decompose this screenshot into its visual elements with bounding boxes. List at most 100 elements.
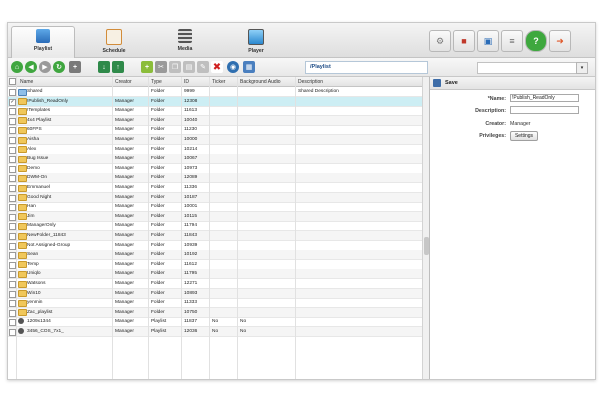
settings-icon[interactable]: ⚙: [429, 30, 451, 52]
table-row[interactable]: Han Manager Folder 10001: [8, 202, 422, 213]
row-checkbox[interactable]: [9, 127, 16, 135]
table-row[interactable]: 60FPS Manager Folder 11230: [8, 125, 422, 136]
column-description[interactable]: Description: [298, 79, 323, 85]
column-name[interactable]: Name: [20, 79, 33, 85]
row-checkbox[interactable]: [9, 117, 16, 125]
row-checkbox[interactable]: [9, 271, 16, 279]
row-checkbox[interactable]: [9, 309, 16, 317]
select-all-checkbox[interactable]: [9, 78, 16, 85]
save-button[interactable]: Save: [445, 80, 458, 86]
monitor-search-icon[interactable]: ▣: [477, 30, 499, 52]
back-icon[interactable]: ◀: [25, 61, 37, 73]
table-row[interactable]: 1209x1344 Manager Playlist 11837 No No: [8, 317, 422, 328]
table-row[interactable]: DWM-On Manager Folder 12089: [8, 173, 422, 184]
row-checkbox[interactable]: [9, 242, 16, 250]
table-row[interactable]: Shared Folder 9999 Shared Description: [8, 87, 422, 97]
column-background-audio[interactable]: Background Audio: [240, 79, 281, 85]
row-checkbox[interactable]: [9, 89, 16, 96]
row-checkbox[interactable]: [9, 290, 16, 298]
column-creator[interactable]: Creator: [115, 79, 132, 85]
table-row[interactable]: Not Assigned-Group Manager Folder 10939: [8, 241, 422, 251]
export-icon[interactable]: ↑: [112, 61, 124, 73]
table-row[interactable]: NewFolder_11843 Manager Folder 11843: [8, 231, 422, 241]
tab-media[interactable]: Media: [154, 27, 216, 57]
preview-icon[interactable]: ▦: [243, 61, 255, 73]
row-checkbox[interactable]: [9, 252, 16, 260]
row-checkbox[interactable]: [9, 165, 16, 173]
row-checkbox[interactable]: [9, 137, 16, 144]
row-checkbox[interactable]: [9, 204, 16, 212]
tab-schedule[interactable]: Schedule: [83, 27, 145, 57]
refresh-icon[interactable]: ↻: [53, 61, 65, 73]
row-type: Folder: [151, 175, 165, 181]
folder-icon: [18, 136, 27, 144]
row-checkbox[interactable]: ✓: [9, 98, 16, 106]
table-row[interactable]: 3456_COS_7x1_ Manager Playlist 12036 No No: [8, 327, 422, 337]
table-row[interactable]: ManagerOnly Manager Folder 11794: [8, 221, 422, 232]
table-row[interactable]: Sean Manager Folder 10192: [8, 250, 422, 261]
tab-playlist[interactable]: Playlist: [11, 26, 75, 58]
row-checkbox[interactable]: [9, 281, 16, 288]
name-field[interactable]: !Publish_ReadOnly: [510, 94, 579, 102]
copy-icon[interactable]: ❐: [169, 61, 181, 73]
table-row[interactable]: ✓ !Publish_ReadOnly Manager Folder 12308: [8, 96, 422, 107]
search-icon[interactable]: ▾: [576, 62, 588, 74]
table-row[interactable]: !Templates Manager Folder 11613: [8, 106, 422, 117]
paste-icon[interactable]: ▤: [183, 61, 195, 73]
row-checkbox[interactable]: [9, 261, 16, 269]
row-checkbox[interactable]: [9, 108, 16, 116]
delete-icon[interactable]: ✖: [211, 61, 223, 73]
forward-icon[interactable]: ▶: [39, 61, 51, 73]
help-icon[interactable]: ?: [525, 30, 547, 52]
row-type: Folder: [151, 204, 165, 210]
table-row[interactable]: Aisha Manager Folder 10000: [8, 135, 422, 145]
publish-icon[interactable]: ◉: [227, 61, 239, 73]
table-row[interactable]: Emmanuel Manager Folder 11336: [8, 183, 422, 193]
row-checkbox[interactable]: [9, 156, 16, 164]
row-checkbox[interactable]: [9, 185, 16, 192]
column-id[interactable]: ID: [184, 79, 189, 85]
row-checkbox[interactable]: [9, 223, 16, 231]
column-type[interactable]: Type: [151, 79, 162, 85]
row-checkbox[interactable]: [9, 213, 16, 221]
row-checkbox[interactable]: [9, 146, 16, 154]
row-checkbox[interactable]: [9, 233, 16, 240]
logout-icon[interactable]: ➜: [549, 30, 571, 52]
users-icon[interactable]: ■: [453, 30, 475, 52]
table-row[interactable]: Bug Issue Manager Folder 10067: [8, 154, 422, 165]
row-checkbox[interactable]: [9, 175, 16, 183]
table-row[interactable]: yenmin Manager Folder 11333: [8, 298, 422, 309]
table-row[interactable]: Alex Manager Folder 10214: [8, 145, 422, 155]
column-ticker[interactable]: Ticker: [212, 79, 225, 85]
settings-button[interactable]: Settings: [510, 131, 538, 141]
import-icon[interactable]: ↓: [98, 61, 110, 73]
rename-icon[interactable]: ✎: [197, 61, 209, 73]
row-checkbox[interactable]: [9, 329, 16, 336]
row-checkbox[interactable]: [9, 194, 16, 202]
table-row[interactable]: Good Night Manager Folder 10187: [8, 192, 422, 203]
row-type: Folder: [151, 213, 165, 219]
search-input[interactable]: [477, 62, 587, 74]
save-icon[interactable]: [433, 79, 441, 87]
description-field[interactable]: [510, 106, 579, 114]
database-icon[interactable]: ≡: [501, 30, 523, 52]
row-checkbox[interactable]: [9, 300, 16, 308]
cut-icon[interactable]: ✂: [155, 61, 167, 73]
new-playlist-icon[interactable]: +: [69, 61, 81, 73]
home-icon[interactable]: ⌂: [11, 61, 23, 73]
table-row[interactable]: Uniqlo Manager Folder 11795: [8, 269, 422, 280]
path-field[interactable]: /Playlist: [305, 61, 428, 74]
scrollbar-thumb[interactable]: [424, 237, 429, 255]
table-row[interactable]: Win10 Manager Folder 10893: [8, 288, 422, 299]
row-checkbox[interactable]: [9, 319, 16, 327]
table-row[interactable]: Demo Manager Folder 10973: [8, 164, 422, 174]
new-folder-icon[interactable]: +: [141, 61, 153, 73]
table-row[interactable]: Watsons Manager Folder 12271: [8, 279, 422, 289]
table-row[interactable]: 4x4 Playlist Manager Folder 10040: [8, 115, 422, 126]
table-row[interactable]: Temp Manager Folder 11612: [8, 260, 422, 270]
table-row[interactable]: Jim Manager Folder 10115: [8, 211, 422, 222]
folder-icon: [18, 222, 27, 230]
table-row[interactable]: Zac_playlist Manager Folder 10750: [8, 307, 422, 318]
tab-player[interactable]: Player: [225, 27, 287, 57]
vertical-scrollbar[interactable]: [422, 77, 429, 379]
